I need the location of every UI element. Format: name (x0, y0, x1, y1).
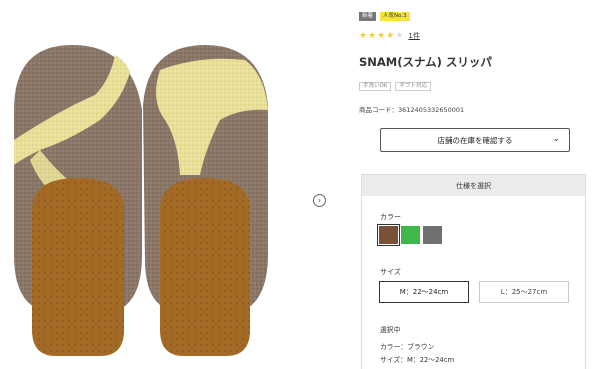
right-slipper (143, 45, 268, 356)
size-label: サイズ (380, 268, 401, 276)
chevron-down-icon: ⌄ (552, 134, 560, 144)
star-icon: ★ (386, 30, 396, 41)
ranking-badge: 人気No.3 (380, 12, 410, 21)
check-store-stock-button[interactable]: 店舗の在庫を確認する ⌄ (380, 128, 570, 152)
chevron-right-icon: › (317, 195, 322, 205)
selected-heading: 選択中 (380, 326, 401, 334)
feature-tags: 手洗いOK ギフト対応 (359, 82, 431, 91)
review-count-link[interactable]: 1件 (408, 31, 419, 41)
color-swatches (377, 224, 442, 246)
gallery-next-button[interactable]: › (313, 194, 326, 207)
check-store-stock-label: 店舗の在庫を確認する (437, 135, 513, 145)
selected-color: カラー：ブラウン (380, 343, 435, 351)
star-icon: ★ (359, 30, 369, 41)
rating: ★★★★★ 1件 (359, 31, 420, 41)
color-label: カラー (380, 213, 401, 221)
product-image (0, 0, 300, 369)
product-title: SNAM(スナム) スリッパ (359, 55, 492, 69)
badges: 新着 人気No.3 (359, 12, 410, 21)
star-rating: ★★★★★ (359, 30, 405, 41)
size-option-m[interactable]: M：22〜24cm (379, 281, 469, 303)
tag-gift: ギフト対応 (395, 82, 431, 91)
selected-size: サイズ：M：22〜24cm (380, 356, 455, 364)
size-option-l[interactable]: L：25〜27cm (479, 281, 569, 303)
color-swatch-green[interactable] (401, 226, 420, 244)
color-swatch-brown[interactable] (377, 224, 400, 246)
size-options: M：22〜24cm L：25〜27cm (379, 281, 569, 303)
star-icon: ★ (377, 30, 387, 41)
star-outline-icon: ★ (395, 30, 405, 41)
tag-washable: 手洗いOK (359, 82, 392, 91)
color-swatch-gray[interactable] (423, 226, 442, 244)
star-icon: ★ (368, 30, 378, 41)
slippers-image (14, 45, 268, 356)
product-code: 商品コード：3612405332650001 (359, 106, 465, 114)
spec-selector: 仕様を選択 カラー サイズ M：22〜24cm L：25〜27cm 選択中 カラ… (361, 174, 586, 369)
spec-header: 仕様を選択 (362, 175, 585, 196)
new-badge: 新着 (359, 12, 377, 21)
left-slipper (14, 45, 142, 356)
